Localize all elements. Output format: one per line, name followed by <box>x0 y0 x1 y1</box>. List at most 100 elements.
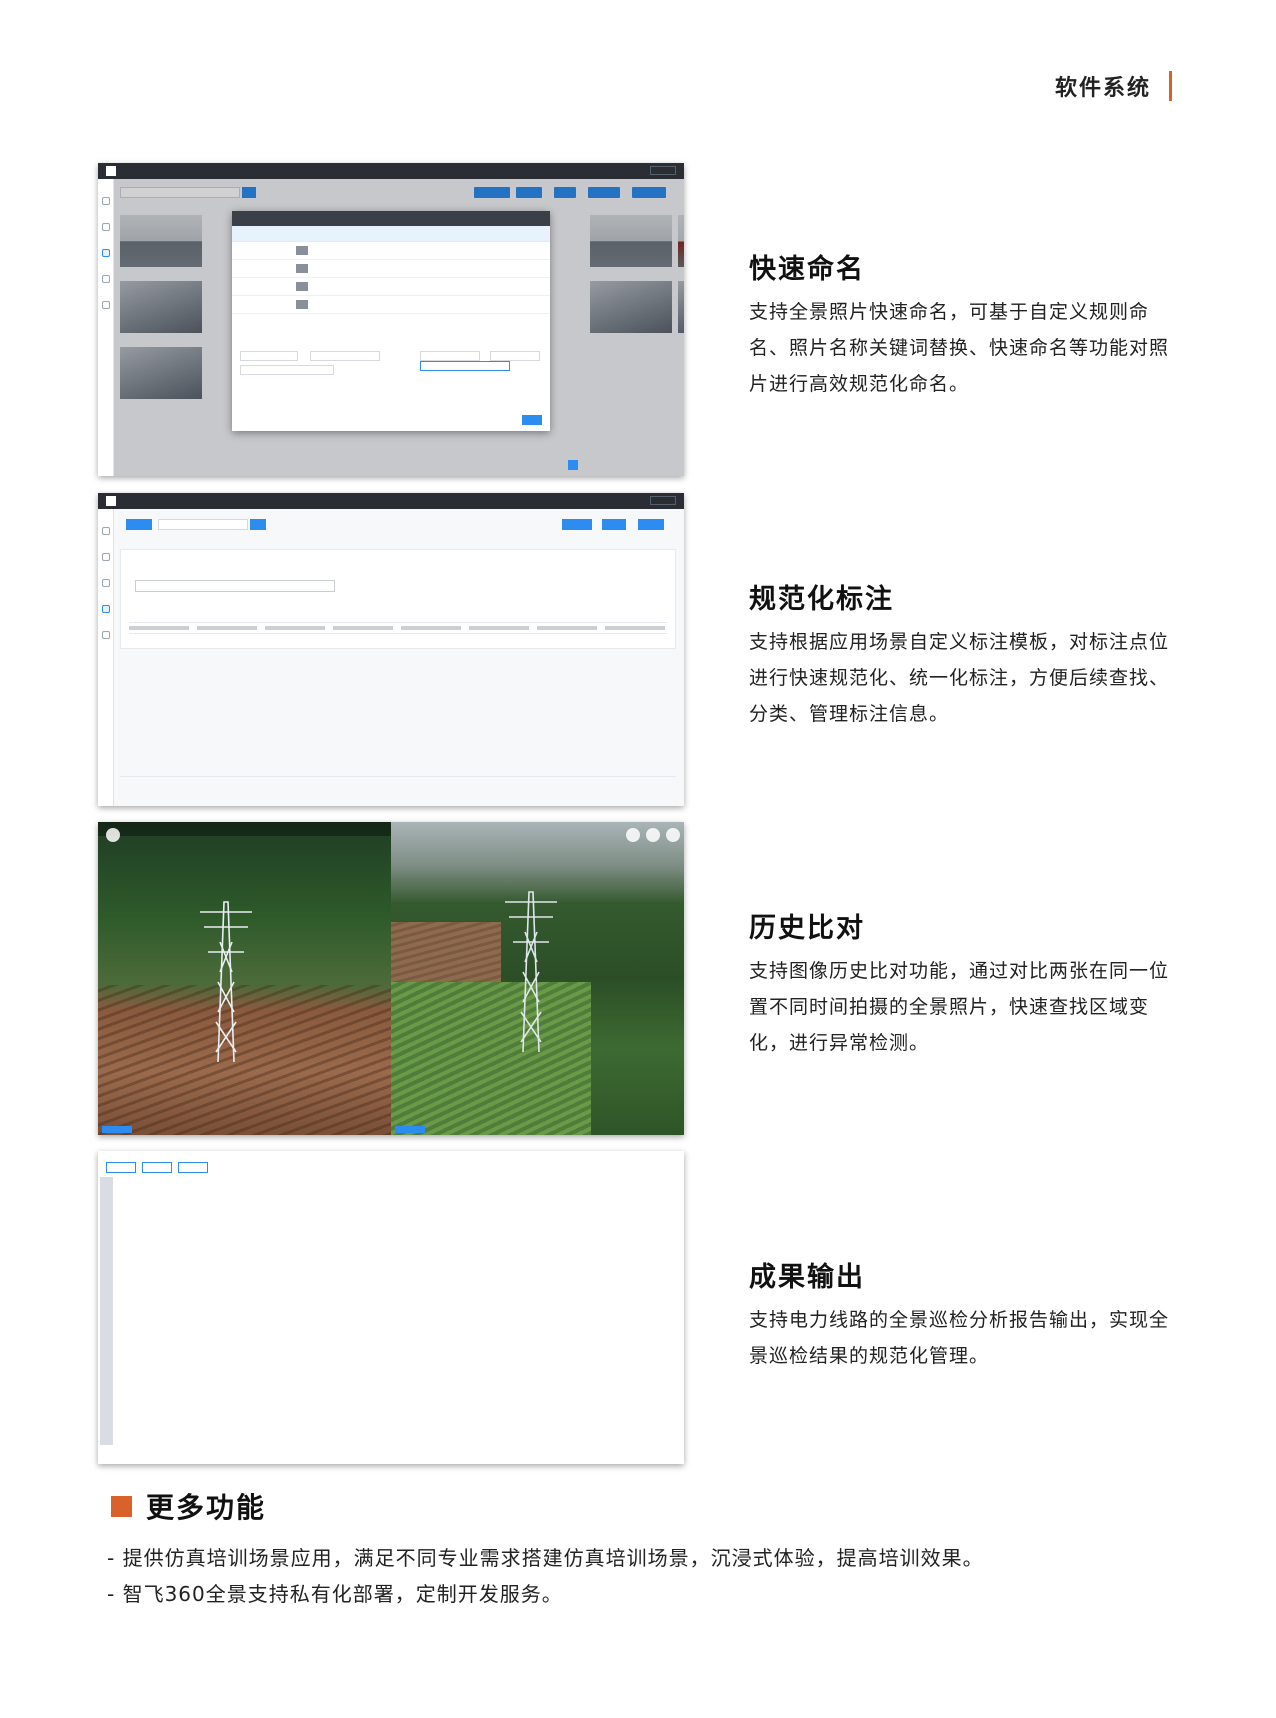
feature-title: 成果输出 <box>749 1262 865 1293</box>
sidebar-icon <box>101 223 110 231</box>
crop-texture <box>391 982 591 1135</box>
screenshot-history-compare <box>98 822 684 1135</box>
feature-history-compare: 历史比对 支持图像历史比对功能，通过对比两张在同一位置不同时间拍摄的全景照片，快… <box>749 906 1169 1061</box>
rule-field-active <box>420 361 510 371</box>
more-features-list: - 提供仿真培训场景应用，满足不同专业需求搭建仿真培训场景，沉浸式体验，提高培训… <box>107 1540 987 1612</box>
photo-mini-icon <box>296 282 308 291</box>
app-logo-icon <box>106 496 116 506</box>
toolbar-button <box>602 519 626 530</box>
feature-title: 规范化标注 <box>749 584 894 615</box>
header-accent-bar <box>1169 71 1172 101</box>
square-bullet-icon <box>111 1495 132 1517</box>
template-panel <box>120 549 676 649</box>
viewer-topbar <box>98 822 391 836</box>
dialog-header <box>232 211 550 226</box>
table-row <box>100 1339 113 1355</box>
table-row <box>100 1369 113 1385</box>
current-page <box>568 460 578 470</box>
rule-field <box>310 351 380 361</box>
sidebar-icon <box>101 275 110 283</box>
toolbar-button <box>178 1162 208 1173</box>
table-row <box>100 1249 113 1265</box>
photo-mini-icon <box>296 246 308 255</box>
feature-quick-naming: 快速命名 支持全景照片快速命名，可基于自定义规则命名、照片名称关键词替换、快速命… <box>749 247 1169 402</box>
transmission-tower <box>501 872 561 1053</box>
list-item: - 智飞360全景支持私有化部署，定制开发服务。 <box>107 1582 563 1606</box>
rule-field <box>240 365 334 375</box>
feature-title: 历史比对 <box>749 913 865 944</box>
table-row <box>100 1324 113 1340</box>
sidebar-icon-active <box>101 605 110 613</box>
window-controls <box>650 166 676 175</box>
more-title: 更多功能 <box>146 1491 267 1524</box>
report-toolbar <box>106 1158 226 1173</box>
panorama-later <box>391 822 684 1135</box>
table-row <box>100 1429 113 1445</box>
table-row <box>100 1294 113 1310</box>
sidebar-icon <box>101 553 110 561</box>
save-icon <box>666 828 680 842</box>
rename-rule-form <box>240 323 542 383</box>
toolbar-button <box>638 519 664 530</box>
rule-field <box>420 351 480 361</box>
table-row <box>100 1384 113 1400</box>
app-titlebar <box>98 163 684 179</box>
photo-mini-icon <box>296 300 308 309</box>
template-tabs <box>135 580 335 592</box>
table-header <box>100 1177 113 1220</box>
search-icon <box>250 519 266 530</box>
table-row <box>100 1414 113 1430</box>
rule-field <box>490 351 540 361</box>
screenshot-quick-naming <box>98 163 684 476</box>
table-header <box>232 226 550 242</box>
table-row <box>100 1309 113 1325</box>
table-row <box>100 1264 113 1280</box>
search-input <box>158 519 248 530</box>
panorama-earlier <box>98 822 391 1135</box>
transmission-tower <box>196 882 256 1063</box>
template-column-labels <box>129 626 667 630</box>
table-row <box>232 260 550 278</box>
viewer-logo-icon <box>106 828 120 842</box>
sidebar-icon <box>101 197 110 205</box>
section-title: 软件系统 <box>1054 76 1151 101</box>
compare-icon <box>646 828 660 842</box>
timestamp-badge <box>102 1126 132 1133</box>
window-controls <box>650 496 676 505</box>
rule-field <box>240 351 298 361</box>
list-item: - 提供仿真培训场景应用，满足不同专业需求搭建仿真培训场景，沉浸式体验，提高培训… <box>107 1546 984 1570</box>
app-sidebar <box>98 509 114 806</box>
add-button <box>126 519 152 530</box>
confirm-button <box>522 415 542 425</box>
toolbar-button <box>142 1162 172 1173</box>
sidebar-icon <box>101 527 110 535</box>
feature-desc: 支持电力线路的全景巡检分析报告输出，实现全景巡检结果的规范化管理。 <box>749 1309 1170 1367</box>
pagination <box>120 776 676 788</box>
screenshot-annotation <box>98 493 684 806</box>
table-row <box>100 1219 113 1235</box>
screenshot-report-output <box>98 1151 684 1464</box>
more-features-heading: 更多功能 <box>111 1486 266 1526</box>
feature-desc: 支持根据应用场景自定义标注模板，对标注点位进行快速规范化、统一化标注，方便后续查… <box>749 631 1170 725</box>
sidebar-icon <box>101 301 110 309</box>
app-sidebar <box>98 179 114 476</box>
report-table <box>100 1177 113 1445</box>
sidebar-icon <box>101 579 110 587</box>
sidebar-icon-active <box>101 249 110 257</box>
tower-icon <box>200 901 252 1063</box>
feature-annotation: 规范化标注 支持根据应用场景自定义标注模板，对标注点位进行快速规范化、统一化标注… <box>749 577 1169 732</box>
pagination <box>534 460 674 470</box>
page-header: 软件系统 <box>1055 70 1172 102</box>
feature-desc: 支持全景照片快速命名，可基于自定义规则命名、照片名称关键词替换、快速命名等功能对… <box>749 301 1170 395</box>
app-titlebar <box>98 493 684 509</box>
table-row <box>232 242 550 260</box>
table-row <box>232 296 550 314</box>
share-icon <box>626 828 640 842</box>
feature-desc: 支持图像历史比对功能，通过对比两张在同一位置不同时间拍摄的全景照片，快速查找区域… <box>749 960 1170 1054</box>
table-row <box>232 278 550 296</box>
sidebar-icon <box>101 631 110 639</box>
rename-dialog <box>232 211 550 431</box>
table-row <box>100 1234 113 1250</box>
toolbar-button <box>106 1162 136 1173</box>
table-row <box>100 1279 113 1295</box>
